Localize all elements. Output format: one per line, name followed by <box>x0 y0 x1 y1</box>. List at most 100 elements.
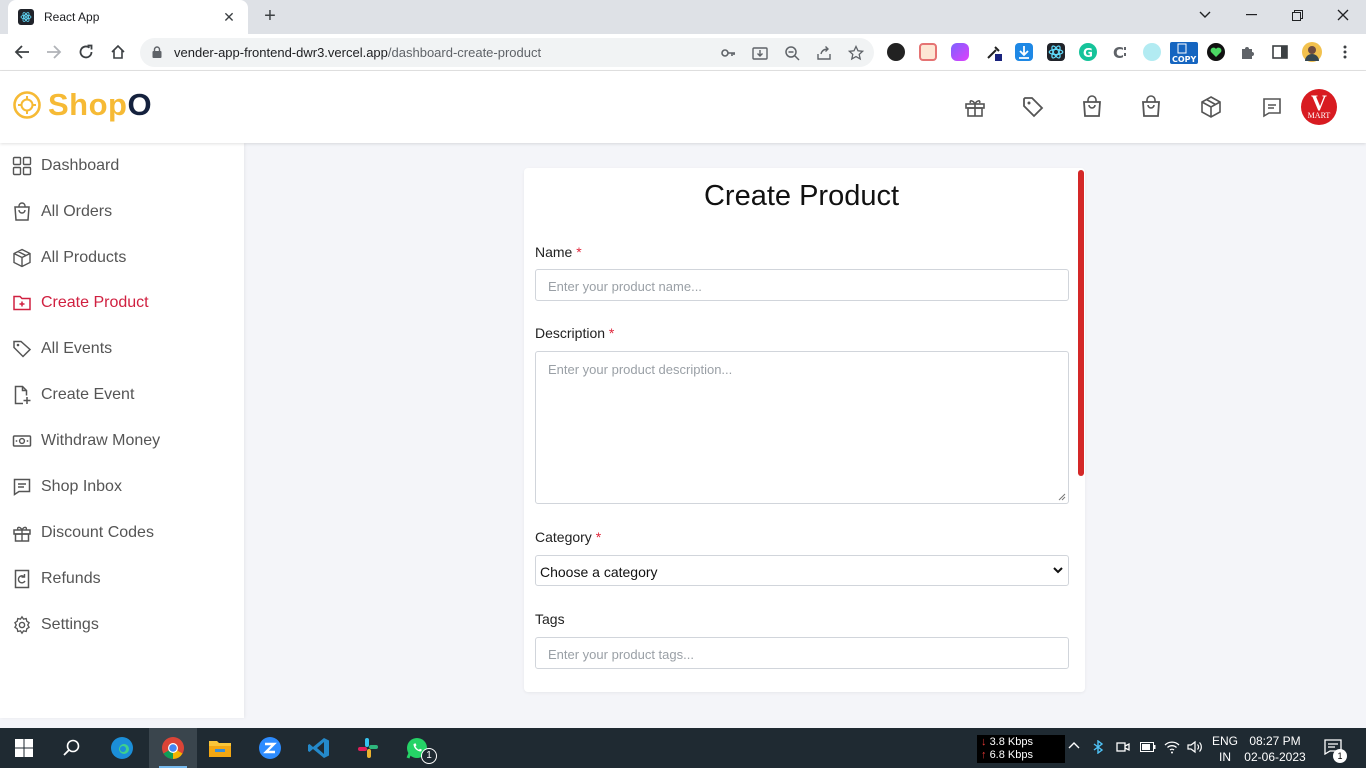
file-explorer-icon[interactable] <box>207 736 233 760</box>
sidebar-item-withdraw-money[interactable]: Withdraw Money <box>12 429 160 453</box>
sidebar-item-label: Refunds <box>41 570 101 587</box>
sidebar-item-label: Dashboard <box>41 157 120 174</box>
page-title: Create Product <box>703 180 900 212</box>
tag-icon[interactable] <box>1021 95 1045 119</box>
message-icon[interactable] <box>1260 95 1284 119</box>
close-window-icon[interactable] <box>1320 0 1366 30</box>
form-scrollbar[interactable] <box>1078 170 1084 476</box>
tray-meet-icon[interactable] <box>1116 741 1130 753</box>
browser-tab[interactable]: React App ✕ <box>8 0 248 34</box>
extension-3-icon[interactable] <box>951 43 969 61</box>
package-icon[interactable] <box>1199 95 1223 119</box>
svg-text:G: G <box>1083 46 1093 60</box>
dashboard-sidebar: Dashboard All Orders All Products Create… <box>0 143 244 718</box>
sidebar-item-shop-inbox[interactable]: Shop Inbox <box>12 475 122 499</box>
back-arrow-icon[interactable] <box>10 41 34 63</box>
product-name-input[interactable]: Enter your product name... <box>535 269 1069 301</box>
lock-icon[interactable] <box>152 46 162 58</box>
sidebar-item-create-event[interactable]: Create Event <box>12 383 134 407</box>
share-icon[interactable] <box>816 45 832 61</box>
minimize-icon[interactable] <box>1228 0 1274 30</box>
product-description-textarea[interactable]: Enter your product description... <box>535 351 1069 504</box>
tray-chevron-up-icon[interactable] <box>1068 741 1080 749</box>
key-icon[interactable] <box>720 45 736 61</box>
sidebar-item-refunds[interactable]: Refunds <box>12 567 101 591</box>
tags-label: Tags <box>535 611 565 627</box>
download-speed: 3.8 Kbps <box>989 736 1033 748</box>
download-ext-icon[interactable] <box>1015 43 1033 61</box>
avatar-letter: V <box>1311 90 1327 115</box>
extensions-puzzle-icon[interactable] <box>1239 43 1257 61</box>
sidebar-item-all-products[interactable]: All Products <box>12 246 126 270</box>
extension-2-icon[interactable] <box>919 43 937 61</box>
tag-icon <box>13 340 32 358</box>
logo-accent: O <box>127 87 153 122</box>
notification-count-badge: 1 <box>1333 749 1347 763</box>
shopo-logo[interactable]: ShopO <box>12 87 152 123</box>
system-clock[interactable]: 08:27 PM 02-06-2023 <box>1240 733 1310 765</box>
extension-1-icon[interactable] <box>887 43 905 61</box>
sidebar-item-label: Discount Codes <box>41 524 154 541</box>
gift-icon[interactable] <box>963 95 987 119</box>
required-mark: * <box>576 244 582 260</box>
install-app-icon[interactable] <box>752 45 768 61</box>
tab-search-icon[interactable] <box>1182 0 1228 30</box>
extension-circle-icon[interactable] <box>1143 43 1161 61</box>
folder-plus-icon <box>13 295 31 311</box>
required-mark: * <box>595 529 602 545</box>
browser-menu-icon[interactable] <box>1336 43 1354 61</box>
whatsapp-badge: 1 <box>421 748 437 764</box>
sidebar-item-label: Shop Inbox <box>41 478 122 495</box>
shopping-bag-icon[interactable] <box>1080 95 1104 119</box>
side-panel-icon[interactable] <box>1271 43 1289 61</box>
grammarly-icon[interactable]: G <box>1079 43 1097 61</box>
wifi-icon[interactable] <box>1164 740 1180 754</box>
sidebar-item-discount-codes[interactable]: Discount Codes <box>12 521 154 545</box>
category-select[interactable]: Choose a category <box>535 555 1069 586</box>
sidebar-item-label: Settings <box>41 616 99 633</box>
language-indicator[interactable]: ENG IN <box>1212 733 1238 765</box>
tray-bluetooth-icon[interactable] <box>1091 740 1105 754</box>
react-favicon-icon <box>18 9 34 25</box>
avatar-subtext: MART <box>1307 111 1331 120</box>
extension-c-icon[interactable]: C <box>1111 43 1129 61</box>
zoom-out-icon[interactable] <box>784 45 800 61</box>
heart-ext-icon[interactable] <box>1207 43 1225 61</box>
resize-handle-icon[interactable] <box>1058 493 1066 501</box>
battery-icon[interactable] <box>1140 742 1156 752</box>
dashboard-grid-icon <box>12 156 32 176</box>
address-bar[interactable]: vender-app-frontend-dwr3.vercel.app/dash… <box>140 38 874 67</box>
browser-tabstrip: React App ✕ + <box>0 0 1366 34</box>
copy-ext-icon[interactable]: COPY <box>1170 42 1198 64</box>
new-tab-button[interactable]: + <box>258 6 282 28</box>
eyedropper-icon[interactable] <box>985 43 1003 61</box>
shopping-bag-icon[interactable] <box>1139 95 1163 119</box>
slack-icon[interactable] <box>355 736 381 760</box>
zoom-app-icon[interactable] <box>257 736 283 760</box>
sidebar-item-settings[interactable]: Settings <box>12 613 99 637</box>
profile-avatar-icon[interactable] <box>1302 42 1322 62</box>
tab-close-icon[interactable]: ✕ <box>220 9 238 26</box>
sidebar-item-dashboard[interactable]: Dashboard <box>12 154 119 178</box>
windows-start-icon[interactable] <box>11 736 37 760</box>
sidebar-item-label: All Products <box>41 249 127 266</box>
shop-avatar[interactable]: V MART <box>1301 89 1337 125</box>
svg-text:COPY: COPY <box>1172 55 1197 64</box>
home-icon[interactable] <box>106 41 130 63</box>
sidebar-item-all-events[interactable]: All Events <box>12 337 112 361</box>
vscode-icon[interactable] <box>306 736 332 760</box>
file-plus-icon <box>14 385 31 405</box>
product-tags-input[interactable]: Enter your product tags... <box>535 637 1069 669</box>
chrome-icon[interactable] <box>160 736 186 760</box>
sidebar-item-create-product[interactable]: Create Product <box>12 291 149 315</box>
react-devtools-icon[interactable] <box>1047 43 1065 61</box>
sidebar-item-label: Withdraw Money <box>41 432 161 449</box>
forward-arrow-icon[interactable] <box>42 41 66 63</box>
search-icon[interactable] <box>59 736 85 760</box>
volume-icon[interactable] <box>1187 740 1203 754</box>
restore-icon[interactable] <box>1274 0 1320 30</box>
edge-browser-icon[interactable] <box>109 736 135 760</box>
reload-icon[interactable] <box>74 41 98 63</box>
name-label: Name * <box>535 244 582 260</box>
bookmark-star-icon[interactable] <box>848 45 864 61</box>
